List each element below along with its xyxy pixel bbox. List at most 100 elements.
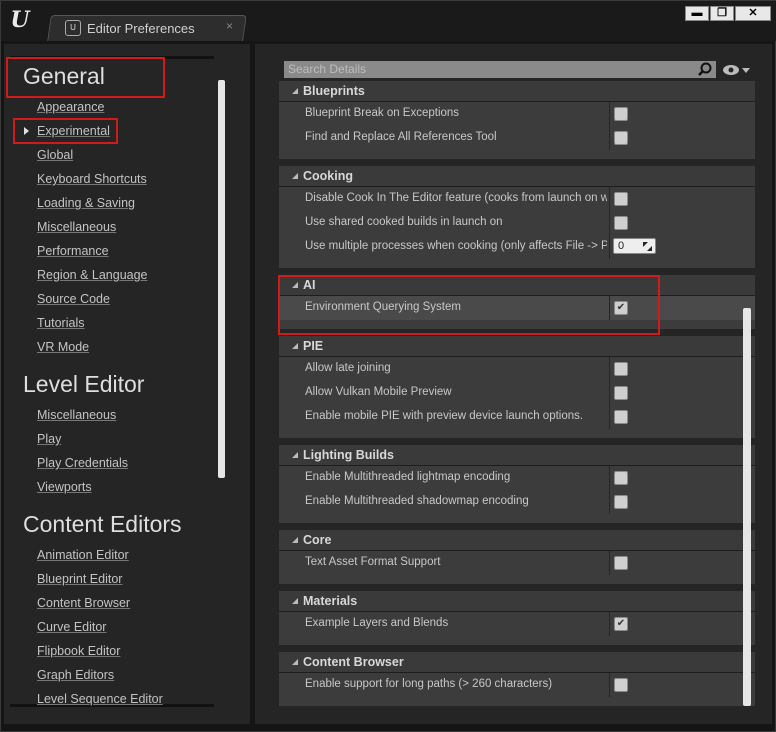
setting-row: Disable Cook In The Editor feature (cook…	[279, 187, 755, 211]
sidebar-item-curve-editor[interactable]: Curve Editor	[37, 620, 106, 634]
tab-close-icon[interactable]: ×	[226, 19, 233, 33]
search-input[interactable]: Search Details	[284, 61, 716, 78]
setting-label: Blueprint Break on Exceptions	[305, 107, 460, 119]
setting-row: Enable Multithreaded shadowmap encoding	[279, 490, 755, 514]
maximize-button[interactable]: ❐	[710, 6, 734, 21]
sidebar-scrollbar[interactable]	[218, 80, 225, 478]
setting-row: Find and Replace All References Tool	[279, 126, 755, 150]
highlight-box-general	[6, 57, 165, 98]
setting-label: Text Asset Format Support	[305, 556, 441, 568]
category-header[interactable]: Materials	[279, 591, 755, 612]
sidebar-item-tutorials[interactable]: Tutorials	[37, 316, 84, 330]
category-header[interactable]: Content Browser	[279, 652, 755, 673]
sidebar-item-vr-mode[interactable]: VR Mode	[37, 340, 89, 354]
view-options-eye-icon[interactable]	[722, 64, 740, 76]
row-divider	[609, 612, 610, 636]
setting-checkbox[interactable]	[614, 471, 628, 485]
setting-label: Find and Replace All References Tool	[305, 131, 497, 143]
setting-row: Text Asset Format Support	[279, 551, 755, 575]
setting-checkbox[interactable]	[614, 410, 628, 424]
category-blueprints: Blueprints Blueprint Break on Exceptions…	[279, 81, 755, 159]
setting-row: Enable mobile PIE with preview device la…	[279, 405, 755, 429]
setting-checkbox[interactable]	[614, 216, 628, 230]
category-header[interactable]: Cooking	[279, 166, 755, 187]
search-icon[interactable]	[698, 62, 712, 76]
row-divider	[609, 381, 610, 405]
sidebar-item-region-language[interactable]: Region & Language	[37, 268, 148, 282]
row-divider	[609, 211, 610, 235]
sidebar-item-viewports[interactable]: Viewports	[37, 480, 92, 494]
category-header[interactable]: Core	[279, 530, 755, 551]
setting-row: Use multiple processes when cooking (onl…	[279, 235, 755, 259]
unreal-logo-icon: U	[10, 7, 30, 33]
setting-checkbox[interactable]	[614, 107, 628, 121]
highlight-box-ai	[278, 275, 660, 335]
setting-label: Disable Cook In The Editor feature (cook…	[305, 192, 607, 204]
sidebar-item-blueprint-editor[interactable]: Blueprint Editor	[37, 572, 122, 586]
sidebar-item-miscellaneous[interactable]: Miscellaneous	[37, 220, 116, 234]
sidebar-item-source-code[interactable]: Source Code	[37, 292, 110, 306]
sidebar-item-appearance[interactable]: Appearance	[37, 100, 104, 114]
view-options-dropdown-icon[interactable]	[742, 68, 750, 73]
category-header[interactable]: PIE	[279, 336, 755, 357]
setting-label: Enable mobile PIE with preview device la…	[305, 410, 584, 422]
sidebar-item-play[interactable]: Play	[37, 432, 61, 446]
minimize-button[interactable]: ▬	[685, 6, 709, 21]
category-header[interactable]: Blueprints	[279, 81, 755, 102]
setting-label: Enable support for long paths (> 260 cha…	[305, 678, 553, 690]
title-bar[interactable]: U U Editor Preferences × ▬ ❐ ✕	[1, 1, 776, 41]
category-content-browser: Content Browser Enable support for long …	[279, 652, 755, 706]
setting-row: Enable support for long paths (> 260 cha…	[279, 673, 755, 697]
setting-checkbox[interactable]	[614, 362, 628, 376]
row-divider	[609, 126, 610, 150]
row-divider	[609, 187, 610, 211]
sidebar-item-level-miscellaneous[interactable]: Miscellaneous	[37, 408, 116, 422]
setting-checkbox[interactable]	[614, 678, 628, 692]
setting-checkbox[interactable]	[614, 192, 628, 206]
setting-label: Enable Multithreaded lightmap encoding	[305, 471, 511, 483]
setting-checkbox[interactable]	[614, 495, 628, 509]
highlight-box-experimental	[13, 118, 118, 144]
sidebar-item-loading-saving[interactable]: Loading & Saving	[37, 196, 135, 210]
setting-row: Allow late joining	[279, 357, 755, 381]
setting-label: Example Layers and Blends	[305, 617, 449, 629]
sidebar-item-animation-editor[interactable]: Animation Editor	[37, 548, 129, 562]
setting-label: Allow late joining	[305, 362, 391, 374]
setting-row: Example Layers and Blends ✔	[279, 612, 755, 636]
row-divider	[609, 551, 610, 575]
sidebar-item-flipbook-editor[interactable]: Flipbook Editor	[37, 644, 120, 658]
sidebar-item-performance[interactable]: Performance	[37, 244, 109, 258]
spin-arrows-icon	[643, 242, 652, 251]
row-divider	[609, 673, 610, 697]
sidebar-item-content-browser[interactable]: Content Browser	[37, 596, 130, 610]
setting-label: Enable Multithreaded shadowmap encoding	[305, 495, 529, 507]
sidebar-section-level-editor: Level Editor	[23, 371, 145, 397]
tab-title: Editor Preferences	[87, 20, 195, 36]
sidebar-item-keyboard-shortcuts[interactable]: Keyboard Shortcuts	[37, 172, 147, 186]
row-divider	[609, 466, 610, 490]
setting-checkbox[interactable]	[614, 556, 628, 570]
tab-editor-preferences[interactable]: U Editor Preferences ×	[53, 15, 243, 41]
row-divider	[609, 235, 610, 259]
details-scrollbar[interactable]	[743, 308, 751, 706]
close-button[interactable]: ✕	[735, 6, 771, 21]
setting-row: Use shared cooked builds in launch on	[279, 211, 755, 235]
process-count-spinbox[interactable]: 0	[613, 238, 656, 254]
category-header[interactable]: Lighting Builds	[279, 445, 755, 466]
row-divider	[609, 357, 610, 381]
row-divider	[609, 102, 610, 126]
setting-checkbox[interactable]	[614, 131, 628, 145]
category-materials: Materials Example Layers and Blends ✔	[279, 591, 755, 645]
setting-checkbox-checked[interactable]: ✔	[614, 617, 628, 631]
setting-checkbox[interactable]	[614, 386, 628, 400]
sidebar-item-play-credentials[interactable]: Play Credentials	[37, 456, 128, 470]
sidebar-item-graph-editors[interactable]: Graph Editors	[37, 668, 114, 682]
spinbox-value: 0	[618, 240, 625, 252]
sidebar-item-level-sequence-editor[interactable]: Level Sequence Editor	[37, 692, 163, 706]
row-divider	[609, 490, 610, 514]
sidebar-item-global[interactable]: Global	[37, 148, 73, 162]
setting-row: Enable Multithreaded lightmap encoding	[279, 466, 755, 490]
setting-label: Use shared cooked builds in launch on	[305, 216, 503, 228]
row-divider	[609, 405, 610, 429]
window-controls: ▬ ❐ ✕	[685, 6, 771, 21]
